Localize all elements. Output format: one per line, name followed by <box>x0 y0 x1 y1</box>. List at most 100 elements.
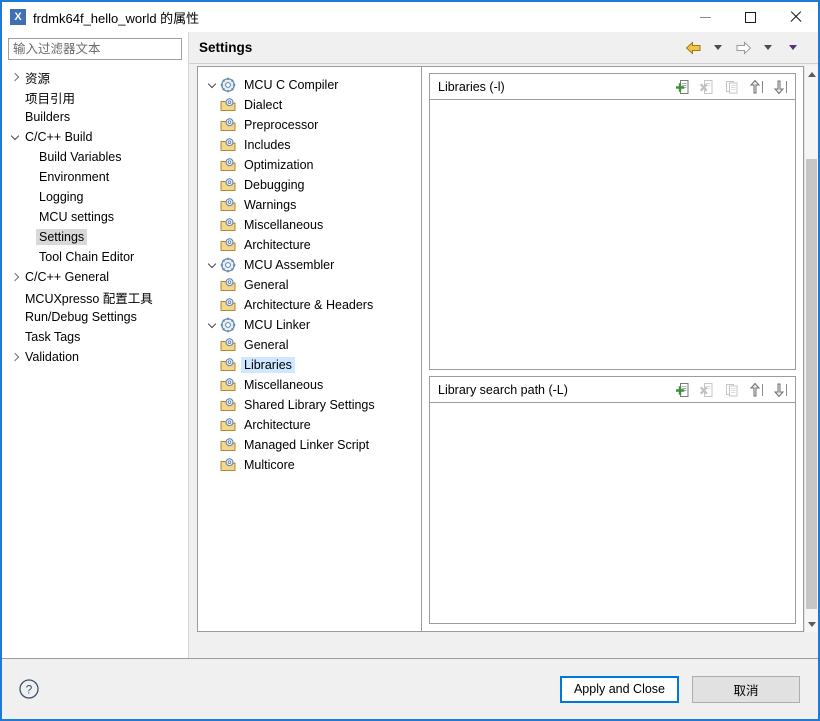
tree-item-label: Architecture <box>241 237 314 253</box>
move-down-icon <box>771 382 789 398</box>
maximize-button[interactable] <box>728 2 773 32</box>
tree-item-dialect[interactable]: Dialect <box>198 95 421 115</box>
chevron-down-icon <box>714 45 722 50</box>
tree-item-includes[interactable]: Includes <box>198 135 421 155</box>
scroll-down-button[interactable] <box>805 616 818 632</box>
tree-item-multicore[interactable]: Multicore <box>198 455 421 475</box>
library-search-path-list[interactable] <box>430 403 795 623</box>
tree-item-label: General <box>241 337 291 353</box>
tool-folder-icon <box>220 397 236 413</box>
move-up-button[interactable] <box>745 380 767 400</box>
chevron-right-icon[interactable] <box>8 67 22 87</box>
tree-item-architecture-linker[interactable]: Architecture <box>198 415 421 435</box>
tree-item-optimization[interactable]: Optimization <box>198 155 421 175</box>
tree-item-shared-library-settings[interactable]: Shared Library Settings <box>198 395 421 415</box>
tree-item-label: MCU Linker <box>241 317 313 333</box>
tree-item-mcu-linker[interactable]: MCU Linker <box>198 315 421 335</box>
library-search-path-toolbar <box>673 380 791 400</box>
tree-item-label: Preprocessor <box>241 117 321 133</box>
back-arrow-icon <box>685 41 702 55</box>
tree-item-label: Includes <box>241 137 294 153</box>
sidebar-item-cpp-build[interactable]: C/C++ Build <box>2 127 188 147</box>
tool-gear-icon <box>220 77 236 93</box>
sidebar-item-label: 资源 <box>22 67 53 88</box>
chevron-right-icon[interactable] <box>8 347 22 367</box>
minimize-button[interactable] <box>683 2 728 32</box>
tool-folder-icon <box>220 217 236 233</box>
move-down-button[interactable] <box>769 380 791 400</box>
maximize-icon <box>745 12 756 23</box>
view-menu-icon <box>789 45 797 50</box>
sidebar-item-tool-chain-editor[interactable]: Tool Chain Editor <box>2 247 188 267</box>
tree-item-label: Managed Linker Script <box>241 437 372 453</box>
move-down-button[interactable] <box>769 77 791 97</box>
tree-item-preprocessor[interactable]: Preprocessor <box>198 115 421 135</box>
sidebar-item-validation[interactable]: Validation <box>2 347 188 367</box>
tree-item-libraries[interactable]: Libraries <box>198 355 421 375</box>
sidebar-item-mcuxpresso-config-tools[interactable]: MCUXpresso 配置工具 <box>2 287 188 307</box>
tree-item-general-linker[interactable]: General <box>198 335 421 355</box>
forward-dropdown-button[interactable] <box>757 38 779 58</box>
tree-item-general-assembler[interactable]: General <box>198 275 421 295</box>
sidebar-item-builders[interactable]: Builders <box>2 107 188 127</box>
vertical-scrollbar[interactable] <box>804 66 818 632</box>
sidebar-item-settings[interactable]: Settings <box>2 227 188 247</box>
tree-item-miscellaneous-linker[interactable]: Miscellaneous <box>198 375 421 395</box>
sidebar-item-logging[interactable]: Logging <box>2 187 188 207</box>
chevron-right-icon[interactable] <box>8 267 22 287</box>
forward-button[interactable] <box>732 38 754 58</box>
scrollbar-thumb[interactable] <box>806 159 817 609</box>
view-menu-button[interactable] <box>782 38 804 58</box>
libraries-group-title: Libraries (-l) <box>438 80 505 94</box>
chevron-down-icon[interactable] <box>8 127 22 147</box>
delete-button[interactable] <box>697 380 719 400</box>
tree-item-miscellaneous-compiler[interactable]: Miscellaneous <box>198 215 421 235</box>
chevron-down-icon[interactable] <box>204 75 220 95</box>
help-button[interactable]: ? <box>18 678 40 700</box>
sidebar-item-project-references[interactable]: 项目引用 <box>2 87 188 107</box>
apply-and-close-button[interactable]: Apply and Close <box>560 676 679 703</box>
tree-item-debugging[interactable]: Debugging <box>198 175 421 195</box>
tool-folder-icon <box>220 97 236 113</box>
sidebar-item-environment[interactable]: Environment <box>2 167 188 187</box>
tool-folder-icon <box>220 137 236 153</box>
window-title: frdmk64f_hello_world 的属性 <box>33 8 199 27</box>
sidebar-item-build-variables[interactable]: Build Variables <box>2 147 188 167</box>
search-input[interactable] <box>8 38 182 60</box>
edit-button[interactable] <box>721 380 743 400</box>
dialog-footer: ? Apply and Close 取消 <box>2 658 818 719</box>
chevron-down-icon[interactable] <box>204 255 220 275</box>
tree-item-mcu-c-compiler[interactable]: MCU C Compiler <box>198 75 421 95</box>
sidebar: 资源 项目引用 Builders C/C++ Build Build Varia… <box>2 32 189 658</box>
tree-item-mcu-assembler[interactable]: MCU Assembler <box>198 255 421 275</box>
sidebar-item-task-tags[interactable]: Task Tags <box>2 327 188 347</box>
tree-item-architecture-compiler[interactable]: Architecture <box>198 235 421 255</box>
sidebar-item-cpp-general[interactable]: C/C++ General <box>2 267 188 287</box>
sidebar-item-label: Logging <box>36 189 87 205</box>
cancel-button[interactable]: 取消 <box>692 676 800 703</box>
close-button[interactable] <box>773 2 818 32</box>
tool-folder-icon <box>220 197 236 213</box>
sidebar-item-run-debug-settings[interactable]: Run/Debug Settings <box>2 307 188 327</box>
page-title: Settings <box>199 40 252 55</box>
tool-folder-icon <box>220 417 236 433</box>
libraries-group: Libraries (-l) <box>429 73 796 370</box>
eclipse-x-icon: X <box>10 9 26 25</box>
back-button[interactable] <box>682 38 704 58</box>
scroll-up-button[interactable] <box>805 66 818 82</box>
libraries-list[interactable] <box>430 100 795 369</box>
sidebar-item-resource[interactable]: 资源 <box>2 67 188 87</box>
tree-item-warnings[interactable]: Warnings <box>198 195 421 215</box>
add-button[interactable] <box>673 380 695 400</box>
chevron-down-icon[interactable] <box>204 315 220 335</box>
move-up-button[interactable] <box>745 77 767 97</box>
sidebar-item-mcu-settings[interactable]: MCU settings <box>2 207 188 227</box>
delete-button[interactable] <box>697 77 719 97</box>
add-button[interactable] <box>673 77 695 97</box>
back-dropdown-button[interactable] <box>707 38 729 58</box>
libraries-toolbar <box>673 77 791 97</box>
edit-icon <box>724 382 740 398</box>
tree-item-managed-linker-script[interactable]: Managed Linker Script <box>198 435 421 455</box>
edit-button[interactable] <box>721 77 743 97</box>
tree-item-architecture-and-headers[interactable]: Architecture & Headers <box>198 295 421 315</box>
